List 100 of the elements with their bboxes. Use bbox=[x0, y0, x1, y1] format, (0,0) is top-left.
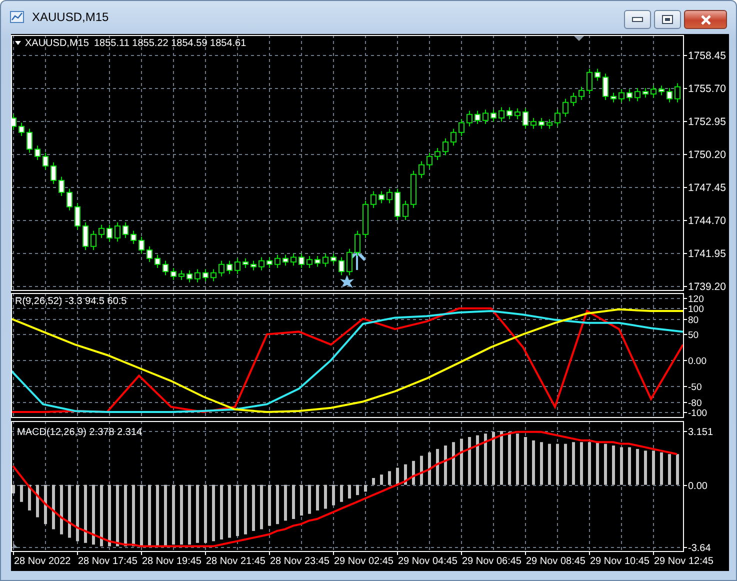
histogram-bar bbox=[508, 432, 511, 485]
time-label: 29 Nov 10:45 bbox=[590, 556, 650, 567]
candlestick bbox=[42, 152, 48, 170]
time-label: 28 Nov 19:45 bbox=[142, 556, 202, 567]
candlestick bbox=[578, 86, 584, 100]
candlestick bbox=[530, 118, 536, 130]
window-title: XAUUSD,M15 bbox=[32, 10, 110, 24]
histogram-bar bbox=[500, 431, 503, 485]
axis-label: 0.00 bbox=[688, 356, 706, 367]
candlestick bbox=[402, 200, 408, 220]
axis-label: 1739.20 bbox=[688, 281, 726, 293]
histogram-bar bbox=[44, 484, 47, 524]
histogram-bar bbox=[572, 442, 575, 485]
histogram-bar bbox=[76, 484, 79, 542]
close-icon bbox=[700, 14, 712, 24]
candlestick bbox=[82, 222, 88, 250]
histogram-bar bbox=[476, 435, 479, 485]
histogram-bar bbox=[340, 484, 343, 502]
histogram-bar bbox=[404, 464, 407, 485]
candlestick bbox=[522, 108, 528, 130]
histogram-bar bbox=[196, 484, 199, 543]
histogram-bar bbox=[124, 484, 127, 546]
histogram-bar bbox=[364, 484, 367, 492]
histogram-bar bbox=[108, 484, 111, 546]
candlestick bbox=[506, 106, 512, 120]
histogram-bar bbox=[300, 484, 303, 516]
candlestick bbox=[442, 138, 448, 156]
candlestick bbox=[490, 109, 496, 122]
histogram-bar bbox=[212, 484, 215, 542]
candlestick bbox=[426, 152, 432, 169]
histogram-bar bbox=[348, 484, 351, 498]
histogram-bar bbox=[580, 442, 583, 485]
time-label: 29 Nov 12:45 bbox=[654, 556, 714, 567]
histogram-bar bbox=[52, 484, 55, 530]
axis-label: 1741.95 bbox=[688, 248, 726, 260]
candlestick bbox=[362, 200, 368, 238]
histogram-bar bbox=[220, 484, 223, 540]
axis-label: -50 bbox=[688, 382, 702, 393]
candlestick bbox=[162, 260, 168, 276]
histogram-bar bbox=[284, 484, 287, 521]
histogram-bar bbox=[92, 484, 95, 545]
candlestick bbox=[498, 106, 504, 122]
candlestick bbox=[554, 109, 560, 127]
maximize-icon bbox=[662, 15, 673, 24]
axis-label: 1752.95 bbox=[688, 116, 726, 128]
indicator-label: R(9,26,52) -3.3 94.5 60.5 bbox=[15, 296, 127, 307]
histogram-bar bbox=[524, 437, 527, 485]
candlestick bbox=[50, 162, 56, 184]
minimize-button[interactable] bbox=[624, 10, 651, 29]
histogram-bar bbox=[596, 442, 599, 485]
candlestick bbox=[450, 128, 456, 146]
shift-marker-icon[interactable] bbox=[574, 36, 584, 41]
candlestick bbox=[170, 268, 176, 280]
histogram-bar bbox=[20, 484, 23, 502]
minimize-icon bbox=[632, 17, 643, 22]
maximize-button[interactable] bbox=[654, 10, 681, 29]
histogram-bar bbox=[636, 448, 639, 485]
axis-label: -100 bbox=[688, 408, 708, 419]
axis-label: 1750.20 bbox=[688, 149, 726, 161]
candlestick bbox=[194, 268, 200, 283]
histogram-bar bbox=[116, 484, 119, 546]
histogram-bar bbox=[532, 440, 535, 485]
candlestick bbox=[266, 256, 272, 268]
candlestick bbox=[666, 88, 672, 103]
candlestick bbox=[330, 253, 336, 265]
histogram-bar bbox=[516, 434, 519, 485]
star-icon bbox=[340, 275, 354, 288]
chart-window-icon bbox=[9, 8, 25, 24]
candlestick bbox=[138, 236, 144, 254]
histogram-bar bbox=[492, 432, 495, 485]
histogram-bar bbox=[324, 484, 327, 509]
close-button[interactable] bbox=[684, 10, 727, 29]
candlestick bbox=[202, 268, 208, 282]
dropdown-triangle-icon[interactable] bbox=[15, 41, 21, 45]
histogram-bar bbox=[460, 438, 463, 485]
candlestick bbox=[146, 246, 152, 262]
axis-label: -80 bbox=[688, 398, 702, 409]
histogram-bar bbox=[372, 478, 375, 485]
histogram-bar bbox=[164, 484, 167, 546]
candlestick bbox=[378, 190, 384, 204]
candlestick bbox=[186, 270, 192, 283]
candlestick bbox=[106, 224, 112, 242]
chart-symbol: XAUUSD,M15 bbox=[25, 38, 89, 49]
candlestick bbox=[242, 258, 248, 268]
time-label: 28 Nov 2022 bbox=[14, 556, 71, 567]
price-quote: 1855.11 1855.22 1854.59 1854.61 bbox=[94, 38, 246, 49]
histogram-bar bbox=[140, 484, 143, 546]
histogram-bar bbox=[28, 484, 31, 510]
candlestick bbox=[594, 68, 600, 82]
histogram-bar bbox=[380, 474, 383, 485]
time-label: 29 Nov 02:45 bbox=[334, 556, 394, 567]
histogram-bar bbox=[428, 452, 431, 485]
axis-label: 1744.70 bbox=[688, 215, 726, 227]
histogram-bar bbox=[12, 484, 15, 494]
histogram-bar bbox=[252, 484, 255, 531]
axis-label: 0.00 bbox=[688, 481, 708, 492]
histogram-bar bbox=[132, 484, 135, 546]
histogram-bar bbox=[612, 446, 615, 485]
time-label: 29 Nov 04:45 bbox=[398, 556, 458, 567]
histogram-bar bbox=[356, 484, 359, 496]
